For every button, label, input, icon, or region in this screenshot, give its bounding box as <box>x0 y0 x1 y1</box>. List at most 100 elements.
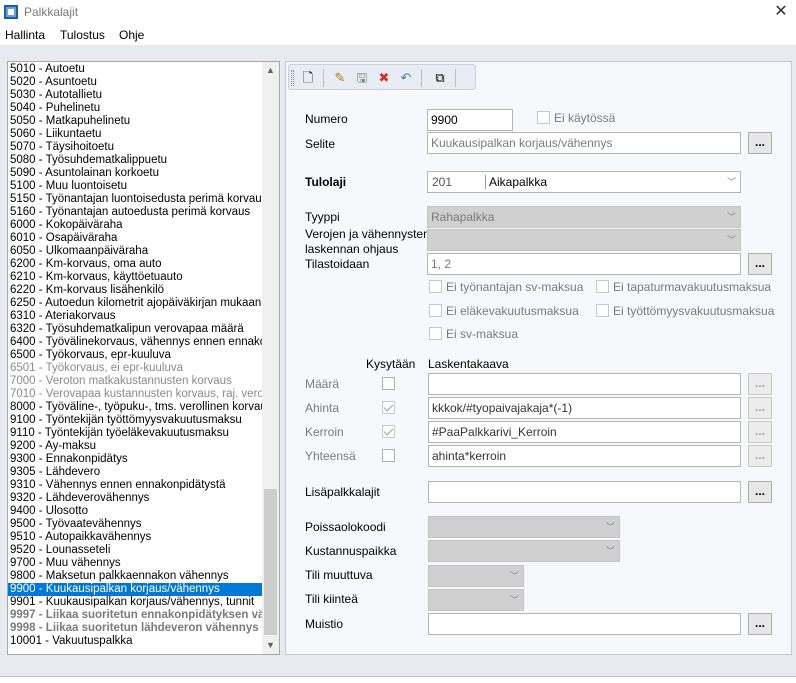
maara-kysytaan-checkbox[interactable] <box>382 377 395 390</box>
selite-input[interactable]: Kuukausipalkan korjaus/vähennys <box>427 132 741 154</box>
list-item[interactable]: 10001 - Vakuutuspalkka <box>8 635 262 648</box>
list-item[interactable]: 5150 - Työnantajan luontoisedusta perimä… <box>8 193 262 206</box>
ei-tapaturma-checkbox[interactable] <box>596 280 609 293</box>
ei-elake-checkbox[interactable] <box>429 304 442 317</box>
list-item[interactable]: 5060 - Liikuntaetu <box>8 128 262 141</box>
toolbar-separator <box>421 69 422 87</box>
save-icon[interactable]: 🖫 <box>353 69 371 87</box>
list-item[interactable]: 9901 - Kuukausipalkan korjaus/vähennys, … <box>8 596 262 609</box>
list-item[interactable]: 5050 - Matkapuhelinetu <box>8 115 262 128</box>
copy-icon[interactable]: ⧉ <box>431 69 449 87</box>
maara-browse-button[interactable]: ... <box>748 373 772 395</box>
ei-tyonantajan-sv-checkbox[interactable] <box>429 280 442 293</box>
list-item[interactable]: 5160 - Työnantajan autoedusta perimä kor… <box>8 206 262 219</box>
scroll-down-icon[interactable]: ▼ <box>262 637 279 654</box>
chevron-down-icon: ﹀ <box>605 522 615 532</box>
list-item[interactable]: 9110 - Työntekijän työeläkevakuutusmaksu <box>8 427 262 440</box>
salary-type-list[interactable]: 5010 - Autoetu 5020 - Asuntoetu 5030 - Aut… <box>7 61 280 655</box>
list-item[interactable]: 7000 - Veroton matkakustannusten korvaus <box>8 375 262 388</box>
maara-formula-input[interactable] <box>428 373 741 395</box>
ei-kaytossa-label: Ei käytössä <box>554 111 616 125</box>
scroll-up-icon[interactable]: ▲ <box>262 62 279 79</box>
list-item[interactable]: 5030 - Autotallietu <box>8 89 262 102</box>
tilastoidaan-input[interactable]: 1, 2 <box>427 253 741 275</box>
toolbar-grip[interactable] <box>291 70 294 86</box>
list-item[interactable]: 5070 - Täysihoitoetu <box>8 141 262 154</box>
list-item[interactable]: 6250 - Autoedun kilometrit ajopäiväkirja… <box>8 297 262 310</box>
menu-hallinta[interactable]: Hallinta <box>5 28 45 42</box>
lisapalkkalajit-browse-button[interactable]: ... <box>748 481 772 503</box>
list-scrollbar[interactable]: ▲ ▼ <box>262 62 279 654</box>
list-item[interactable]: 6320 - Työsuhdematkalipun verovapaa määr… <box>8 323 262 336</box>
ei-tyonantajan-sv-label: Ei työnantajan sv-maksua <box>446 280 584 294</box>
ei-tyottomyys-checkbox[interactable] <box>596 304 609 317</box>
list-item[interactable]: 6210 - Km-korvaus, käyttöetuauto <box>8 271 262 284</box>
list-item[interactable]: 5010 - Autoetu <box>8 63 262 76</box>
list-item[interactable]: 5040 - Puhelinetu <box>8 102 262 115</box>
muistio-browse-button[interactable]: ... <box>748 613 772 635</box>
kerroin-formula-input[interactable]: #PaaPalkkarivi_Kerroin <box>428 421 741 443</box>
ei-sv-checkbox[interactable] <box>429 327 442 340</box>
scroll-thumb[interactable] <box>264 489 277 635</box>
list-item[interactable]: 9500 - Työvaatevähennys <box>8 518 262 531</box>
list-items: 5010 - Autoetu 5020 - Asuntoetu 5030 - Aut… <box>8 63 262 648</box>
list-item[interactable]: 9998 - Liikaa suoritetun lähdeveron vähe… <box>8 622 262 635</box>
list-item[interactable]: 5020 - Asuntoetu <box>8 76 262 89</box>
ahinta-formula-input[interactable]: kkkok/#tyopaivajakaja*(-1) <box>428 397 741 419</box>
ahinta-kysytaan-checkbox[interactable] <box>382 401 395 414</box>
undo-icon[interactable]: ↶ <box>397 69 415 87</box>
list-item[interactable]: 9700 - Muu vähennys <box>8 557 262 570</box>
list-item[interactable]: 9997 - Liikaa suoritetun ennakonpidätyks… <box>8 609 262 622</box>
list-item[interactable]: 5100 - Muu luontoisetu <box>8 180 262 193</box>
chevron-down-icon: ﹀ <box>726 212 736 222</box>
list-item[interactable]: 6500 - Työkorvaus, epr-kuuluva <box>8 349 262 362</box>
tilastoidaan-browse-button[interactable]: ... <box>748 253 772 275</box>
list-item[interactable]: 9510 - Autopaikkavähennys <box>8 531 262 544</box>
list-item[interactable]: 6400 - Työvälinekorvaus, vähennys ennen … <box>8 336 262 349</box>
delete-icon[interactable]: ✖ <box>375 69 393 87</box>
tili-kiintea-label: Tili kiinteä <box>305 592 358 606</box>
list-item[interactable]: 6000 - Kokopäiväraha <box>8 219 262 232</box>
list-item[interactable]: 6220 - Km-korvaus lisähenkilö <box>8 284 262 297</box>
yhteensa-kysytaan-checkbox[interactable] <box>382 449 395 462</box>
tulolaji-select[interactable]: 201 Aikapalkka ﹀ <box>427 171 741 193</box>
menu-ohje[interactable]: Ohje <box>119 28 144 42</box>
new-icon[interactable]: 🗋 <box>299 69 317 87</box>
list-item[interactable]: 9300 - Ennakonpidätys <box>8 453 262 466</box>
close-button[interactable]: ✕ <box>766 0 796 25</box>
laskentakaava-header: Laskentakaava <box>428 357 509 371</box>
toolbar-separator <box>455 69 456 87</box>
list-item[interactable]: 6050 - Ulkomaanpäiväraha <box>8 245 262 258</box>
ahinta-label: Ahinta <box>305 401 340 415</box>
list-item[interactable]: 9305 - Lähdevero <box>8 466 262 479</box>
list-item[interactable]: 6200 - Km-korvaus, oma auto <box>8 258 262 271</box>
list-item[interactable]: 9100 - Työntekijän työttömyysvakuutusmak… <box>8 414 262 427</box>
list-item[interactable]: 6010 - Osapäiväraha <box>8 232 262 245</box>
kerroin-browse-button[interactable]: ... <box>748 421 772 443</box>
yhteensa-browse-button[interactable]: ... <box>748 445 772 467</box>
list-item[interactable]: 9320 - Lähdeverovähennys <box>8 492 262 505</box>
list-item[interactable]: 9900 - Kuukausipalkan korjaus/vähennys <box>8 583 262 596</box>
edit-icon[interactable]: ✎ <box>331 69 349 87</box>
menu-tulostus[interactable]: Tulostus <box>60 28 105 42</box>
list-item[interactable]: 9800 - Maksetun palkkaennakon vähennys <box>8 570 262 583</box>
list-item[interactable]: 9200 - Ay-maksu <box>8 440 262 453</box>
numero-label: Numero <box>305 112 348 126</box>
list-item[interactable]: 9310 - Vähennys ennen ennakonpidätystä <box>8 479 262 492</box>
lisapalkkalajit-input[interactable] <box>428 481 741 503</box>
selite-browse-button[interactable]: ... <box>748 132 772 154</box>
list-item[interactable]: 6501 - Työkorvaus, ei epr-kuuluva <box>8 362 262 375</box>
kerroin-kysytaan-checkbox[interactable] <box>382 425 395 438</box>
list-item[interactable]: 9400 - Ulosotto <box>8 505 262 518</box>
muistio-input[interactable] <box>428 613 741 635</box>
ei-kaytossa-checkbox[interactable] <box>537 111 550 124</box>
yhteensa-formula-input[interactable]: ahinta*kerroin <box>428 445 741 467</box>
ahinta-browse-button[interactable]: ... <box>748 397 772 419</box>
numero-input[interactable]: 9900 <box>427 109 513 131</box>
list-item[interactable]: 5080 - Työsuhdematkalippuetu <box>8 154 262 167</box>
list-item[interactable]: 9520 - Lounasseteli <box>8 544 262 557</box>
list-item[interactable]: 5090 - Asuntolainan korkoetu <box>8 167 262 180</box>
list-item[interactable]: 7010 - Verovapaa kustannusten korvaus, r… <box>8 388 262 401</box>
list-item[interactable]: 8000 - Työväline-, työpuku-, tms. veroll… <box>8 401 262 414</box>
list-item[interactable]: 6310 - Ateriakorvaus <box>8 310 262 323</box>
